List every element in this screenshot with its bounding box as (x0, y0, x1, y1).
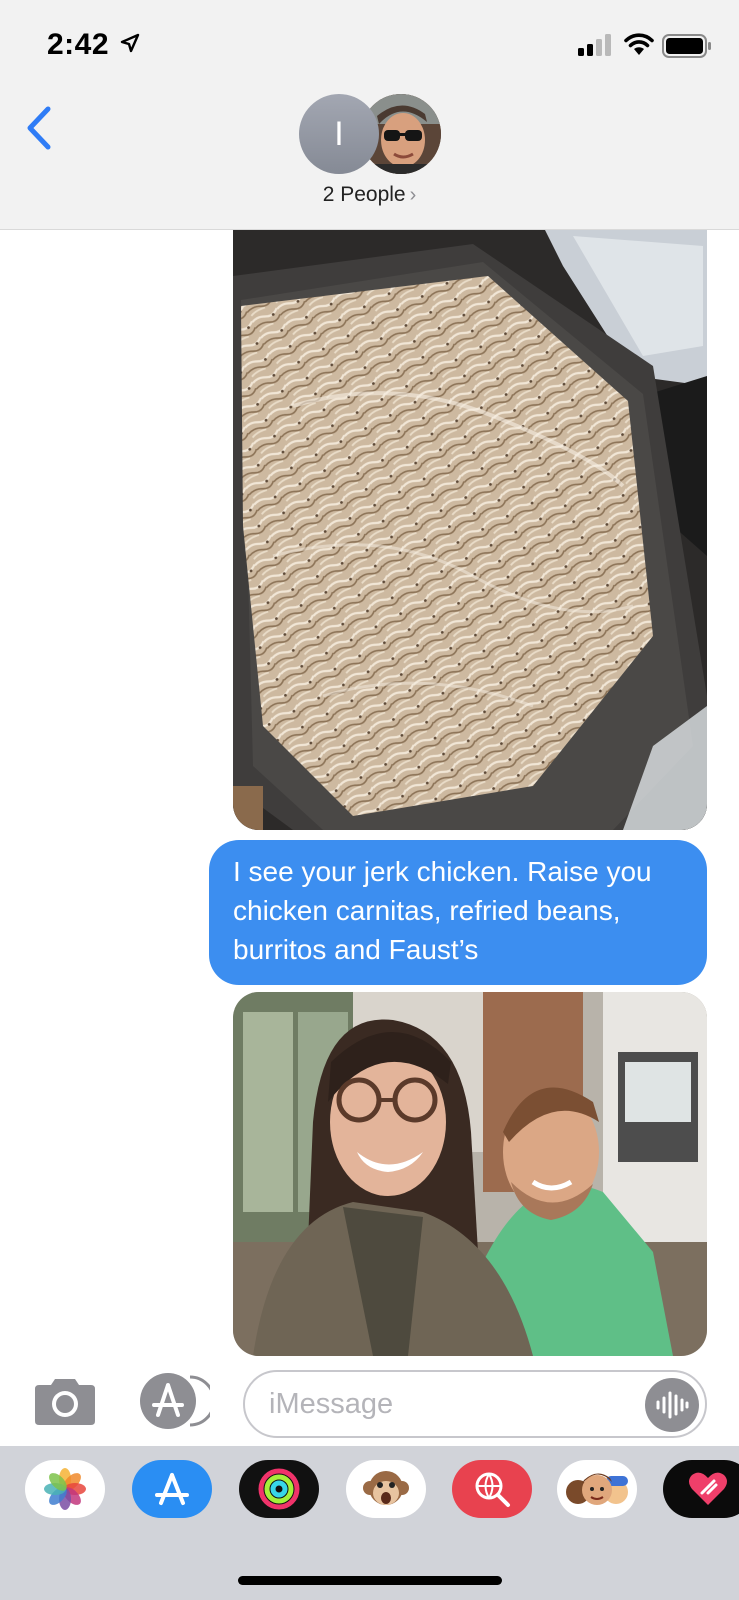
location-arrow-icon (120, 33, 140, 58)
photo-message[interactable] (233, 992, 707, 1356)
avatar-group[interactable]: I (299, 94, 441, 174)
app-memoji[interactable] (557, 1460, 637, 1518)
chevron-left-icon (27, 106, 51, 149)
compose-bar (0, 1358, 739, 1446)
two-people-photo (233, 992, 707, 1356)
monkey-icon (363, 1471, 409, 1505)
app-animoji[interactable] (346, 1460, 426, 1518)
wifi-icon (624, 32, 654, 61)
avatar-initial: I (299, 94, 379, 174)
home-indicator[interactable] (238, 1576, 502, 1585)
sent-message-bubble[interactable]: I see your jerk chicken. Raise you chick… (209, 840, 707, 985)
back-button[interactable] (18, 100, 58, 155)
app-images-search[interactable] (452, 1460, 532, 1518)
app-drawer (0, 1446, 739, 1600)
heart-icon (689, 1472, 727, 1505)
cellular-signal-icon (578, 34, 614, 61)
audio-record-button[interactable] (645, 1378, 699, 1432)
app-photos[interactable] (25, 1460, 105, 1518)
camera-icon (35, 1379, 95, 1425)
globe-search-icon (475, 1472, 510, 1507)
app-store-icon (155, 1473, 189, 1505)
status-time: 2:42 (47, 28, 110, 61)
photos-icon (44, 1468, 86, 1510)
activity-rings-icon (258, 1468, 300, 1510)
conversation-header: 2:42 I 2 People › (0, 0, 739, 230)
message-input[interactable] (243, 1370, 707, 1438)
photo-message[interactable] (233, 230, 707, 830)
app-app-store[interactable] (132, 1460, 212, 1518)
battery-icon (662, 34, 712, 63)
app-store-icon (140, 1373, 216, 1429)
audio-waveform-icon (656, 1391, 689, 1419)
shredded-chicken-photo (233, 230, 707, 830)
status-bar: 2:42 (0, 0, 739, 90)
message-thread[interactable]: I see your jerk chicken. Raise you chick… (0, 230, 739, 1360)
camera-button[interactable] (33, 1375, 97, 1427)
app-activity[interactable] (239, 1460, 319, 1518)
memoji-icon (566, 1473, 628, 1505)
chevron-right-icon: › (409, 184, 417, 206)
app-digital-touch[interactable] (663, 1460, 739, 1518)
app-store-button[interactable] (138, 1373, 216, 1429)
group-title[interactable]: 2 People › (0, 183, 739, 207)
group-title-text: 2 People (322, 183, 406, 206)
